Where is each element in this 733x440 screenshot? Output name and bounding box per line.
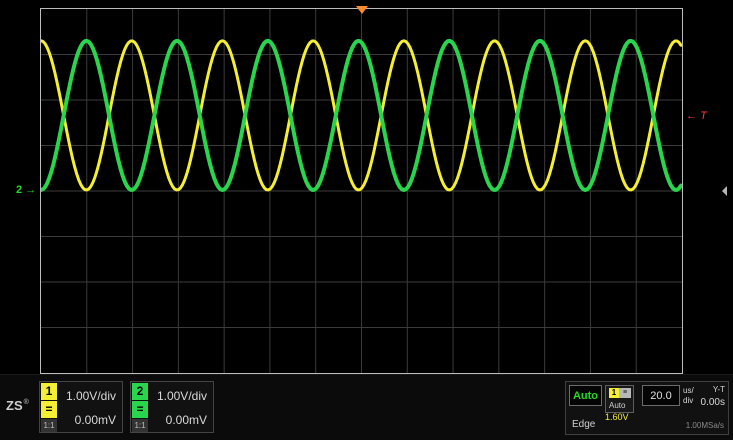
display-time-value: 0.00s <box>700 397 725 408</box>
channel-2-scale: 1.00V/div <box>156 389 207 403</box>
channel-1-scale: 1.00V/div <box>65 389 116 403</box>
channel-2-ground-marker: 2 → <box>16 185 36 196</box>
brand-logo: ZS® <box>6 399 29 412</box>
channel-2-offset: 0.00mV <box>165 413 207 427</box>
channel-1-badge[interactable]: 1 <box>41 383 57 400</box>
trigger-channel-panel[interactable]: 1 ≡ Auto <box>605 385 634 413</box>
trigger-channel-badge: 1 <box>609 388 619 398</box>
channel-1-panel[interactable]: 1 = 1:1 1.00V/div 0.00mV <box>39 381 123 433</box>
brand-logo-text: ZS <box>6 398 23 413</box>
channel-2-badge[interactable]: 2 <box>132 383 148 400</box>
trigger-position-icon <box>356 6 368 14</box>
channel-1-coupling-icon[interactable]: = <box>41 401 57 418</box>
channel-2-marker-label: 2 <box>16 184 23 196</box>
acquisition-panel[interactable]: Auto 1 ≡ Auto 1.60V Edge 20.0 us/ div Y-… <box>565 381 729 435</box>
channel-2-probe-ratio: 1:1 <box>132 419 148 432</box>
menu-icon: ≡ <box>619 388 631 398</box>
side-panel-arrow-icon[interactable] <box>722 186 727 196</box>
channel-1-probe-ratio: 1:1 <box>41 419 57 432</box>
status-bar: ZS® 1 = 1:1 1.00V/div 0.00mV 2 = 1:1 1.0… <box>0 374 733 440</box>
oscilloscope-screen: 2 → ← T ZS® 1 = 1:1 1.00V/div 0.00mV 2 =… <box>0 0 733 440</box>
waveform-display <box>40 8 683 374</box>
trigger-level-marker: ← T <box>686 111 707 122</box>
channel-2-panel[interactable]: 2 = 1:1 1.00V/div 0.00mV <box>130 381 214 433</box>
trigger-type-label: Edge <box>572 419 596 430</box>
trigger-level-value: 1.60V <box>605 412 629 422</box>
trigger-marker-label: T <box>700 110 707 122</box>
timebase-value-button[interactable]: 20.0 <box>642 385 680 406</box>
arrow-right-icon: → <box>25 184 37 196</box>
trigger-mode-button[interactable]: Auto <box>569 385 602 406</box>
trigger-mode-label: Auto <box>609 401 626 410</box>
sample-rate-label: 1.00MSa/s <box>685 421 724 430</box>
channel-2-coupling-icon[interactable]: = <box>132 401 148 418</box>
arrow-left-icon: ← <box>686 110 697 122</box>
waveform-svg <box>41 9 682 373</box>
registered-mark: ® <box>23 399 29 406</box>
channel-1-offset: 0.00mV <box>74 413 116 427</box>
